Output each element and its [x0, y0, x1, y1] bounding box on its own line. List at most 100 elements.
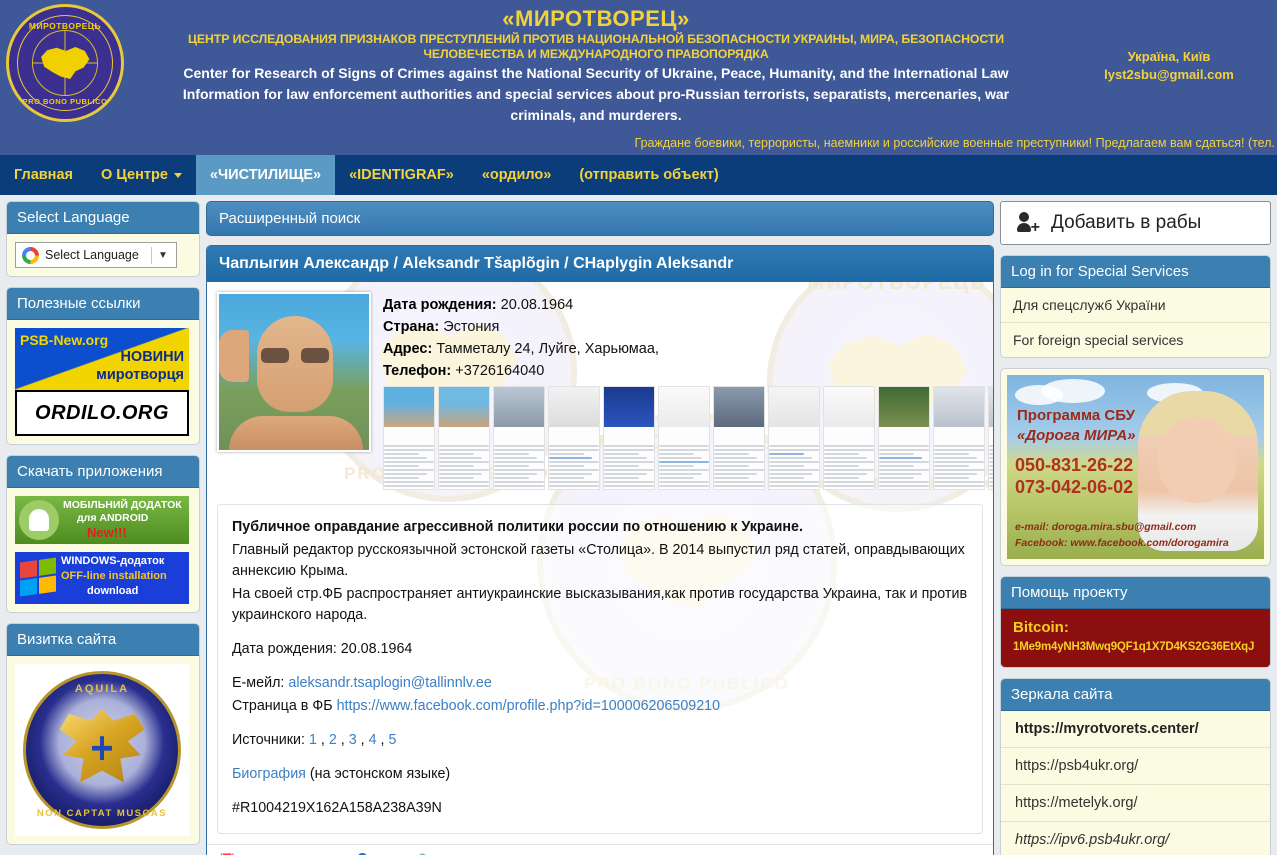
biography-link[interactable]: Биография [232, 766, 306, 782]
banner-ordilo[interactable]: ORDILO.ORG [15, 390, 189, 436]
thumbnail-item[interactable] [713, 386, 765, 490]
login-link-ukraine[interactable]: Для спецслужб України [1001, 288, 1270, 323]
header-contact: Україна, Київ lyst2sbu@gmail.com [1069, 48, 1269, 84]
thumbnail-item[interactable] [548, 386, 600, 490]
bitcoin-address[interactable]: 1Me9m4yNH3Mwq9QF1q1X7D4KS2G36EtXqJ [1013, 641, 1258, 653]
desc-facebook-row: Страница в ФБ https://www.facebook.com/p… [232, 696, 968, 717]
thumbnail-image [494, 387, 544, 427]
info-row-address: Адрес: Тамметалу 24, Луйге, Харьюмаа, [383, 338, 983, 360]
thumbnail-item[interactable] [603, 386, 655, 490]
thumbnail-item[interactable] [878, 386, 930, 490]
sep: , [376, 732, 389, 748]
chevron-down-icon: ▼ [158, 249, 168, 261]
thumbnail-image [769, 387, 819, 427]
mirror-link-ipv6-psb4ukr[interactable]: https://ipv6.psb4ukr.org/ [1001, 822, 1270, 855]
thumbnail-item[interactable] [768, 386, 820, 490]
site-subtitle-ru-2: ЧЕЛОВЕЧЕСТВА И МЕЖДУНАРОДНОГО ПРАВОПОРЯД… [423, 47, 769, 61]
thumbnail-image [879, 387, 929, 427]
advanced-search-bar[interactable]: Расширенный поиск [206, 201, 994, 236]
nav-item-purgatory[interactable]: «ЧИСТИЛИЩЕ» [195, 155, 336, 195]
desc-sources-row: Источники: 1 , 2 , 3 , 4 , 5 [232, 730, 968, 751]
thumbnail-item[interactable] [383, 386, 435, 490]
photo-shoulders [229, 416, 363, 450]
google-icon [22, 246, 39, 264]
thumbnail-item[interactable] [933, 386, 985, 490]
record-body: МИРОТВОРЕЦЬ PRO BONO PUBLICO МИРОТВОРЕЦЬ… [207, 282, 993, 844]
contact-email[interactable]: lyst2sbu@gmail.com [1069, 66, 1269, 84]
cloud-shape [1041, 379, 1105, 403]
sep: , [356, 732, 369, 748]
mirror-link-myrotvorets[interactable]: https://myrotvorets.center/ [1001, 711, 1270, 748]
thumbnail-image [714, 387, 764, 427]
nav-item-identigraf[interactable]: «IDENTIGRAF» [335, 155, 468, 195]
info-value: +3726164040 [455, 363, 545, 379]
thumbnail-item[interactable] [823, 386, 875, 490]
main-navigation: Главная О Центре «ЧИСТИЛИЩЕ» «IDENTIGRAF… [0, 155, 1277, 195]
nav-item-home[interactable]: Главная [0, 155, 87, 195]
thumbnail-text-lines [384, 425, 434, 489]
email-link[interactable]: aleksandr.tsaplogin@tallinnlv.ee [288, 675, 491, 691]
aquila-emblem-image[interactable]: AQUILA NON CAPTAT MUSCAS [15, 664, 189, 836]
android-line1: МОБІЛЬНИЙ ДОДАТОК [63, 499, 182, 511]
sbu-road-of-peace-banner[interactable]: Программа СБУ «Дорога МИРА» 050-831-26-2… [1007, 375, 1264, 559]
source-link-2[interactable]: 2 [329, 732, 337, 748]
banner-android-app[interactable]: МОБІЛЬНИЙ ДОДАТОК для ANDROID New!!! [15, 496, 189, 544]
thumbnail-image [824, 387, 874, 427]
add-to-slaves-button[interactable]: + Добавить в рабы [1000, 201, 1271, 245]
info-value: Тамметалу 24, Луйге, Харьюмаа, [436, 341, 659, 357]
facebook-link[interactable]: https://www.facebook.com/profile.php?id=… [337, 698, 721, 714]
login-link-foreign[interactable]: For foreign special services [1001, 323, 1270, 357]
aquila-top-text: AQUILA [74, 683, 130, 695]
plus-icon: + [1030, 219, 1040, 236]
left-sidebar: Select Language Select Language ▼ Полезн… [6, 201, 200, 855]
panel-sbu-banner: Программа СБУ «Дорога МИРА» 050-831-26-2… [1000, 368, 1271, 566]
sunglasses-shape [261, 348, 329, 363]
language-select[interactable]: Select Language ▼ [15, 242, 177, 268]
contact-location: Україна, Київ [1127, 49, 1211, 64]
site-logo[interactable]: МИРОТВОРЕЦЬ PRO BONO PUBLICO [6, 4, 124, 122]
thumbnail-text-lines [769, 425, 819, 489]
nav-label: «IDENTIGRAF» [349, 167, 454, 183]
panel-title: Зеркала сайта [1001, 679, 1270, 711]
source-link-4[interactable]: 4 [369, 732, 377, 748]
thumbnail-text-lines [934, 425, 984, 489]
thumbnail-image [989, 387, 993, 427]
panel-title: Log in for Special Services [1001, 256, 1270, 288]
banner-psb-new[interactable]: PSB-New.org НОВИНИ миротворця [15, 328, 189, 390]
thumbnail-image [549, 387, 599, 427]
sep: , [336, 732, 349, 748]
thumbnail-item[interactable] [438, 386, 490, 490]
nav-item-submit-object[interactable]: (отправить объект) [565, 155, 732, 195]
add-to-slaves-label: Добавить в рабы [1051, 212, 1202, 233]
sbu-banner-facebook: Facebook: www.facebook.com/dorogamira [1015, 537, 1229, 549]
android-robot-icon [19, 500, 59, 540]
nav-label: О Центре [100, 167, 168, 183]
android-line2: для ANDROID [77, 512, 149, 524]
thumbnail-item[interactable] [658, 386, 710, 490]
nav-item-about[interactable]: О Центре [87, 155, 196, 195]
chevron-down-icon [173, 172, 182, 178]
thumbnail-item[interactable] [988, 386, 993, 490]
mirror-link-metelyk[interactable]: https://metelyk.org/ [1001, 785, 1270, 822]
thumbnail-text-lines [604, 425, 654, 489]
photo-hand [219, 330, 249, 382]
subject-photo[interactable] [217, 292, 371, 452]
android-line3: New!!! [87, 525, 127, 540]
source-link-3[interactable]: 3 [349, 732, 357, 748]
desc-email-row: Е-мейл: aleksandr.tsaplogin@tallinnlv.ee [232, 673, 968, 694]
mirror-link-psb4ukr[interactable]: https://psb4ukr.org/ [1001, 748, 1270, 785]
windows-logo-icon [20, 557, 56, 597]
source-link-1[interactable]: 1 [309, 732, 317, 748]
sep: , [316, 732, 329, 748]
banner-windows-app[interactable]: WINDOWS-додаток OFF-line installation do… [15, 552, 189, 604]
thumbnail-text-lines [494, 425, 544, 489]
thumbnail-text-lines [549, 425, 599, 489]
facebook-label: Страница в ФБ [232, 698, 333, 714]
nav-item-ordilo[interactable]: «ордило» [468, 155, 565, 195]
source-link-5[interactable]: 5 [388, 732, 396, 748]
panel-useful-links: Полезные ссылки PSB-New.org НОВИНИ мирот… [6, 287, 200, 445]
bitcoin-label: Bitcoin: [1013, 619, 1069, 636]
thumbnail-item[interactable] [493, 386, 545, 490]
desc-paragraph-1: Главный редактор русскоязычной эстонской… [232, 542, 965, 579]
nav-label: Главная [14, 167, 73, 183]
